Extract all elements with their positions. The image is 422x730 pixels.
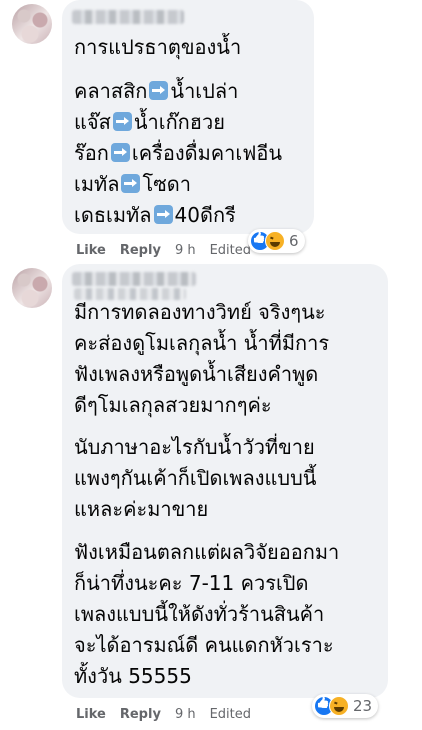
reaction-count: 23 xyxy=(353,697,373,715)
comment-text-line: ก็น่าทึ่งนะคะ 7-11 ควรเปิด xyxy=(74,571,309,595)
comment-text-line: ร๊อก เครื่องดื่มคาเฟอีน xyxy=(74,140,282,167)
commenter-name-redacted[interactable] xyxy=(72,272,196,286)
right-arrow-icon xyxy=(110,143,130,162)
edited-label[interactable]: Edited xyxy=(210,243,251,258)
comment-text-line: ฟังเพลงหรือพูดน้ำเสียงคำพูด xyxy=(74,362,319,386)
like-button[interactable]: Like xyxy=(76,243,106,258)
right-arrow-icon xyxy=(153,205,173,224)
reaction-summary[interactable]: 6 xyxy=(248,229,305,253)
comment-text-line: มีการทดลองทางวิทย์ จริงๆนะ xyxy=(74,300,326,324)
commenter-name-redacted[interactable] xyxy=(72,10,184,24)
avatar[interactable] xyxy=(12,268,52,308)
drink-label: น้ำเก๊กฮวย xyxy=(133,110,225,134)
reaction-summary[interactable]: 23 xyxy=(312,694,379,718)
timestamp[interactable]: 9 h xyxy=(175,243,196,258)
comment-text-line: ฟังเหมือนตลกแต่ผลวิจัยออกมา xyxy=(74,540,340,564)
genre-label: ร๊อก xyxy=(74,141,109,165)
genre-label: คลาสสิก xyxy=(74,79,148,103)
haha-reaction-icon xyxy=(265,231,285,251)
genre-label: เดธเมทัล xyxy=(74,203,152,227)
genre-label: เมทัล xyxy=(74,172,120,196)
comment-text-line: การแปรธาตุของน้ำ xyxy=(74,35,242,59)
comment-actions: Like Reply 9 h Edited xyxy=(76,243,251,258)
drink-label: เครื่องดื่มคาเฟอีน xyxy=(131,141,283,165)
reaction-count: 6 xyxy=(289,232,299,250)
comment-text-line: ดีๆโมเลกุลสวยมากๆค่ะ xyxy=(74,393,272,417)
comment-text-line: เพลงแบบนี้ให้ดังทั่วร้านสินค้า xyxy=(74,602,325,626)
comment-actions: Like Reply 9 h Edited xyxy=(76,707,251,722)
like-button[interactable]: Like xyxy=(76,707,106,722)
timestamp[interactable]: 9 h xyxy=(175,707,196,722)
edited-label[interactable]: Edited xyxy=(210,707,251,722)
comment-text-line: ทั้งวัน 55555 xyxy=(74,664,192,688)
comment-text-line: แหละค่ะมาขาย xyxy=(74,497,209,521)
drink-label: น้ำเปล่า xyxy=(170,79,239,103)
drink-label: 40ดีกรี xyxy=(174,203,236,227)
comment-text-line: จะได้อารมณ์ดี คนแดกหัวเราะ xyxy=(74,633,334,657)
reply-button[interactable]: Reply xyxy=(120,243,161,258)
comment-text-line: คลาสสิก น้ำเปล่า xyxy=(74,78,238,105)
avatar[interactable] xyxy=(12,4,52,44)
right-arrow-icon xyxy=(149,81,169,100)
right-arrow-icon xyxy=(121,174,141,193)
comment-text-line: เดธเมทัล 40ดีกรี xyxy=(74,202,236,229)
genre-label: แจ๊ส xyxy=(74,110,111,134)
reply-button[interactable]: Reply xyxy=(120,707,161,722)
haha-reaction-icon xyxy=(329,696,349,716)
comment-text-line: นับภาษาอะไรกับน้ำวัวที่ขาย xyxy=(74,435,315,459)
comment-text-line: เมทัล โซดา xyxy=(74,171,191,198)
drink-label: โซดา xyxy=(142,172,192,196)
comment-text-line: แจ๊ส น้ำเก๊กฮวย xyxy=(74,109,225,136)
right-arrow-icon xyxy=(112,112,132,131)
comment-text-line: แพงๆกันเค้าก็เปิดเพลงแบบนี้ xyxy=(74,466,317,490)
comment-text-line: คะส่องดูโมเลกุลน้ำ น้ำที่มีการ xyxy=(74,331,330,355)
